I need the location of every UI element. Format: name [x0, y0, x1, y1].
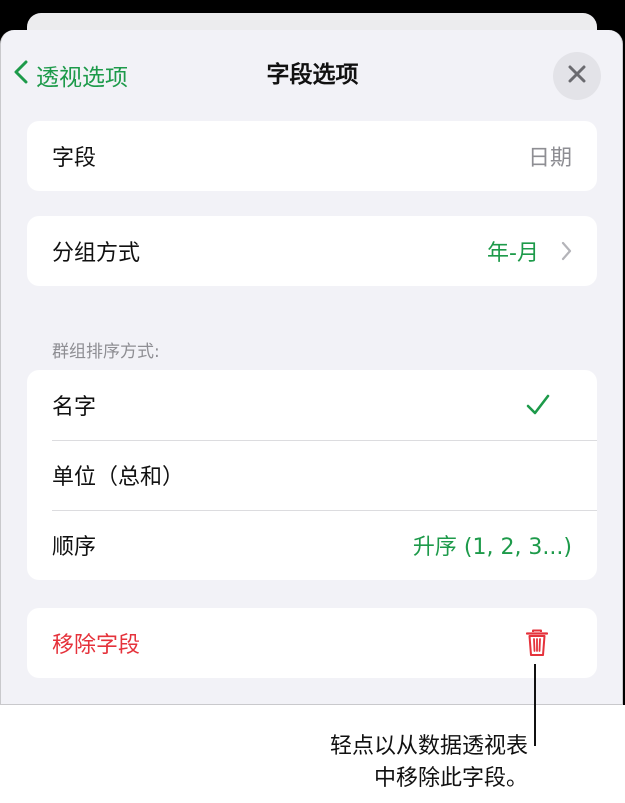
sort-option-name[interactable]: 名字	[27, 370, 597, 440]
checkmark-icon	[526, 394, 550, 416]
group-by-label: 分组方式	[52, 241, 141, 266]
remove-field-label: 移除字段	[52, 633, 141, 658]
sort-option-label: 名字	[52, 395, 97, 420]
trash-icon[interactable]	[526, 629, 548, 657]
sort-order-label: 顺序	[52, 535, 97, 560]
sort-option-label: 单位（总和）	[52, 465, 185, 490]
field-card: 字段 日期	[27, 121, 597, 191]
callout-leader-line	[534, 664, 536, 746]
screen: 透视选项 字段选项 字段 日期 分组方式 年-月 群组排序方式: 名字 单位（总…	[0, 0, 625, 803]
sort-order-row[interactable]: 顺序 升序 (1, 2, 3...)	[27, 510, 597, 580]
sort-option-units[interactable]: 单位（总和）	[27, 440, 597, 510]
remove-card: 移除字段	[27, 608, 597, 678]
callout-text: 轻点以从数据透视表 中移除此字段。	[330, 731, 528, 795]
close-icon	[568, 65, 586, 87]
sort-order-value: 升序 (1, 2, 3...)	[412, 535, 572, 560]
field-value: 日期	[527, 146, 572, 171]
remove-field-button[interactable]: 移除字段	[27, 608, 597, 678]
field-label: 字段	[52, 146, 97, 171]
sort-section-header: 群组排序方式:	[52, 342, 160, 362]
group-by-card: 分组方式 年-月	[27, 216, 597, 286]
group-by-value: 年-月	[487, 241, 539, 266]
close-button[interactable]	[553, 52, 601, 100]
group-by-row[interactable]: 分组方式 年-月	[27, 216, 597, 286]
sort-card: 名字 单位（总和） 顺序 升序 (1, 2, 3...)	[27, 370, 597, 580]
chevron-right-icon	[561, 241, 572, 261]
callout-line-1: 轻点以从数据透视表	[329, 734, 528, 759]
field-row[interactable]: 字段 日期	[27, 121, 597, 191]
callout-line-2: 中移除此字段。	[373, 766, 528, 791]
page-title: 字段选项	[266, 62, 359, 88]
